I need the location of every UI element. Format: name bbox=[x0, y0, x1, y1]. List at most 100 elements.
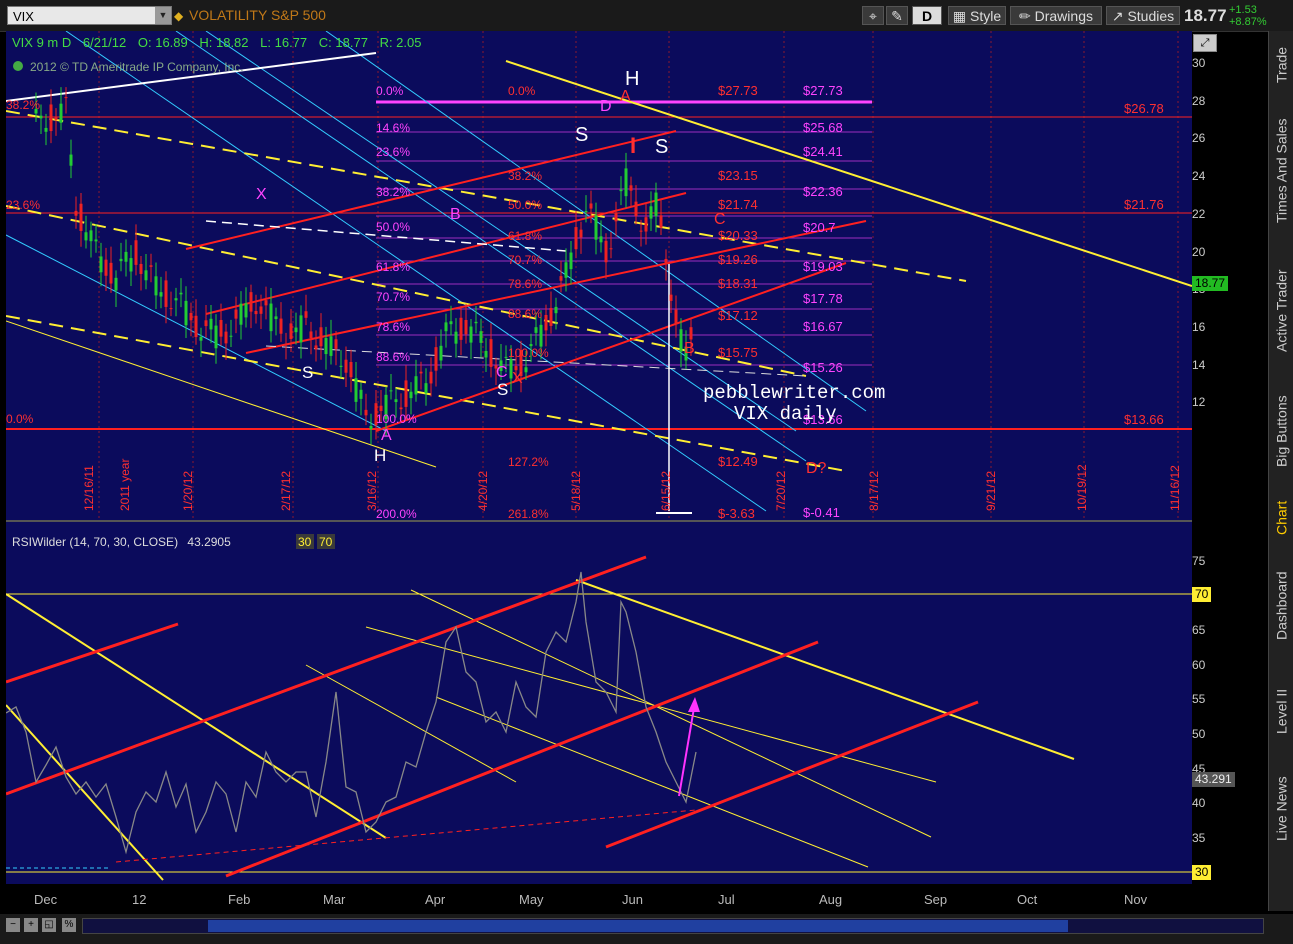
pattern-s-left: S bbox=[302, 363, 313, 382]
sidebar-tab-live-news[interactable]: Live News bbox=[1269, 759, 1293, 859]
candle-body bbox=[209, 318, 213, 330]
time-axis: Dec 12 Feb Mar Apr May Jun Jul Aug Sep Oct Nov bbox=[6, 888, 1192, 910]
rsi-header: RSIWilder (14, 70, 30, CLOSE) 43.2905 bbox=[12, 535, 231, 549]
candle-body bbox=[369, 425, 373, 430]
candle-body bbox=[154, 276, 158, 296]
watermark-line2: VIX daily bbox=[734, 403, 837, 425]
candle-body bbox=[424, 383, 428, 394]
change-percent: +8.87% bbox=[1229, 16, 1267, 28]
sidebar-tab-level-ii[interactable]: Level II bbox=[1269, 671, 1293, 751]
favorite-icon[interactable]: ◆ bbox=[174, 9, 183, 23]
candle-body bbox=[329, 336, 333, 356]
percent-icon[interactable]: % bbox=[62, 918, 76, 932]
fib-left-label: 38.2% bbox=[6, 98, 40, 112]
candle-body bbox=[94, 239, 98, 242]
candle-body bbox=[134, 240, 138, 265]
price-level-red: $12.49 bbox=[718, 454, 758, 469]
rsi-os-level: 70 bbox=[319, 535, 333, 549]
date-label: 2011 year bbox=[118, 459, 132, 511]
candle-body bbox=[564, 262, 568, 278]
price-level-magenta: $27.73 bbox=[803, 83, 843, 98]
style-label: Style bbox=[970, 8, 1002, 24]
zoom-out-icon[interactable]: − bbox=[6, 918, 20, 932]
candle-body bbox=[579, 229, 583, 238]
fib-mid-label: 0.0% bbox=[376, 84, 404, 98]
info-icon[interactable] bbox=[13, 61, 23, 71]
crosshair-icon[interactable]: ⌖ bbox=[862, 6, 884, 25]
price-axis-tick: 16 bbox=[1192, 319, 1206, 334]
studies-icon: ↗ bbox=[1111, 8, 1124, 24]
pattern-h-bottom: H bbox=[374, 446, 386, 465]
fib-mid-label: 61.8% bbox=[376, 260, 410, 274]
right-level-2: $21.76 bbox=[1124, 197, 1164, 212]
fib-mid-label: 100.0% bbox=[376, 412, 417, 426]
time-axis-label: Aug bbox=[819, 892, 843, 907]
price-chart[interactable]: 38.2% 23.6% 0.0% 0.0% 14.6% 23.6% 38.2% 50.0% 6… bbox=[6, 31, 1192, 520]
price-level-red: $-3.63 bbox=[718, 506, 755, 520]
candle-body bbox=[59, 103, 63, 123]
sidebar-tab-times-and-sales[interactable]: Times And Sales bbox=[1269, 101, 1293, 241]
symbol-text: VIX bbox=[13, 9, 34, 24]
sidebar-tab-trade[interactable]: Trade bbox=[1269, 34, 1293, 96]
candle-body bbox=[444, 322, 448, 332]
candle-body bbox=[469, 326, 473, 343]
sidebar-tab-big-buttons[interactable]: Big Buttons bbox=[1269, 381, 1293, 481]
style-button[interactable]: ▦ Style bbox=[948, 6, 1006, 25]
zoom-in-icon[interactable]: + bbox=[24, 918, 38, 932]
candle-body bbox=[574, 227, 578, 250]
period-button[interactable]: D bbox=[912, 6, 942, 25]
drawings-button[interactable]: ✏ Drawings bbox=[1010, 6, 1102, 25]
price-level-magenta: $25.68 bbox=[803, 120, 843, 135]
pattern-d-question: D? bbox=[806, 460, 827, 477]
time-axis-label: Sep bbox=[924, 892, 948, 907]
candle-body bbox=[79, 203, 83, 231]
price-level-red: $17.12 bbox=[718, 308, 758, 323]
candle-body bbox=[614, 213, 618, 222]
fib-mid2-label: 50.0% bbox=[508, 198, 542, 212]
candle-body bbox=[64, 97, 68, 99]
sidebar-tab-dashboard[interactable]: Dashboard bbox=[1269, 551, 1293, 661]
candle-body bbox=[539, 324, 543, 347]
rsi-chart[interactable]: RSIWilder (14, 70, 30, CLOSE) 43.2905 30… bbox=[6, 532, 1192, 884]
candle-body bbox=[299, 315, 303, 343]
change-absolute: +1.53 bbox=[1229, 4, 1257, 16]
pattern-a-bottom: A bbox=[381, 427, 392, 444]
candle-body bbox=[239, 303, 243, 325]
scroll-thumb[interactable] bbox=[208, 920, 1068, 932]
fib-mid-label: 88.6% bbox=[376, 350, 410, 364]
fib-mid2-label: 0.0% bbox=[508, 84, 536, 98]
fib-mid-label: 38.2% bbox=[376, 185, 410, 199]
rsi-axis-tick: 75 bbox=[1192, 554, 1206, 568]
candle-body bbox=[634, 201, 638, 217]
time-scrollbar[interactable] bbox=[82, 918, 1264, 934]
candle-body bbox=[349, 362, 353, 378]
candle-body bbox=[269, 303, 273, 332]
symbol-dropdown-icon[interactable]: ▼ bbox=[155, 7, 171, 24]
price-level-red: $27.73 bbox=[718, 83, 758, 98]
candle-body bbox=[199, 336, 203, 341]
time-axis-label: 12 bbox=[132, 892, 147, 907]
price-level-red: $18.31 bbox=[718, 276, 758, 291]
fit-icon[interactable]: ◱ bbox=[42, 918, 56, 932]
time-axis-label: Dec bbox=[34, 892, 58, 907]
rsi-70-tag: 70 bbox=[1192, 587, 1212, 602]
sidebar-tab-active-trader[interactable]: Active Trader bbox=[1269, 256, 1293, 366]
studies-button[interactable]: ↗ Studies bbox=[1106, 6, 1180, 25]
price-axis-tick: 30 bbox=[1192, 56, 1206, 70]
candle-body bbox=[429, 371, 433, 384]
candle-body bbox=[559, 276, 563, 281]
candle-body bbox=[144, 270, 148, 281]
wrench-icon[interactable]: ✎ bbox=[886, 6, 908, 25]
pattern-c-purple: C bbox=[496, 364, 508, 381]
sidebar-tab-chart[interactable]: Chart bbox=[1269, 493, 1293, 543]
candle-body bbox=[99, 256, 103, 273]
candle-body bbox=[434, 347, 438, 371]
price-level-magenta: $17.78 bbox=[803, 291, 843, 306]
price-level-magenta: $-0.41 bbox=[803, 505, 840, 520]
pattern-s1: S bbox=[575, 124, 588, 146]
fib-mid2-label: 100.0% bbox=[508, 346, 549, 360]
symbol-input[interactable]: VIX ▼ bbox=[7, 6, 172, 25]
expand-chart-icon[interactable]: ⤢ bbox=[1193, 34, 1217, 52]
time-axis-label: Apr bbox=[425, 892, 446, 907]
candle-body bbox=[139, 263, 143, 274]
